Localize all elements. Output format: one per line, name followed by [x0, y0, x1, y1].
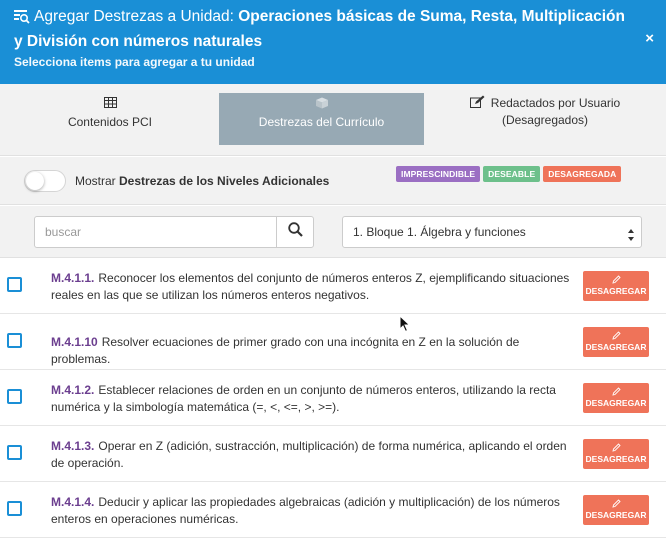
item-text: M.4.1.2. Establecer relaciones de orden e… — [51, 382, 571, 416]
table-icon — [5, 97, 215, 113]
select-arrows-icon — [627, 224, 635, 241]
list-item: M.4.1.3. Operar en Z (adición, sustracció… — [0, 426, 666, 482]
pencil-icon — [583, 387, 649, 397]
legend-badges: IMPRESCINDIBLE DESEABLE DESAGREGADA — [396, 166, 622, 182]
button-label: DESAGREGAR — [585, 454, 647, 464]
desagregar-button[interactable]: DESAGREGAR — [583, 327, 649, 357]
pencil-icon — [583, 331, 649, 341]
modal-title: Agregar Destrezas a Unidad: Operaciones … — [14, 6, 626, 53]
badge-desagregada: DESAGREGADA — [543, 166, 622, 182]
filter-row: 1. Bloque 1. Álgebra y funciones — [0, 206, 666, 258]
item-code: M.4.1.2. — [51, 383, 95, 397]
tab-label-line2: (Desagregados) — [501, 113, 589, 127]
button-label: DESAGREGAR — [585, 510, 647, 520]
title-prefix: Agregar Destrezas a Unidad: — [34, 8, 239, 25]
item-checkbox[interactable] — [7, 501, 22, 516]
item-description: Resolver ecuaciones de primer grado con … — [51, 335, 520, 366]
desagregar-button[interactable]: DESAGREGAR — [583, 383, 649, 413]
tab-destrezas-curriculo[interactable]: Destrezas del Currículo — [219, 93, 424, 145]
item-code: M.4.1.1. — [51, 271, 95, 285]
button-label: DESAGREGAR — [585, 398, 647, 408]
search-box — [34, 216, 314, 248]
modal-header: Agregar Destrezas a Unidad: Operaciones … — [0, 0, 666, 84]
toggle-label: Mostrar Destrezas de los Niveles Adicion… — [75, 174, 329, 188]
search-input[interactable] — [35, 217, 276, 247]
close-button[interactable]: × — [645, 30, 654, 47]
button-label: DESAGREGAR — [585, 286, 647, 296]
badge-deseable: DESEABLE — [483, 166, 541, 182]
pencil-icon — [583, 499, 649, 509]
item-description: Establecer relaciones de orden en un con… — [51, 383, 556, 414]
button-label: DESAGREGAR — [585, 342, 647, 352]
tab-label-line1: Redactados por Usuario — [490, 96, 621, 110]
bloque-select[interactable]: 1. Bloque 1. Álgebra y funciones — [342, 216, 642, 248]
list-item: M.4.1.4. Deducir y aplicar las propiedade… — [0, 482, 666, 538]
tab-label: Contenidos PCI — [67, 115, 153, 129]
item-code: M.4.1.10 — [51, 335, 98, 349]
item-checkbox[interactable] — [7, 389, 22, 404]
item-checkbox[interactable] — [7, 333, 22, 348]
desagregar-button[interactable]: DESAGREGAR — [583, 439, 649, 469]
pencil-icon — [583, 275, 649, 285]
box-icon — [219, 97, 424, 113]
item-checkbox[interactable] — [7, 445, 22, 460]
item-description: Operar en Z (adición, sustracción, multi… — [51, 439, 567, 470]
search-icon — [287, 222, 303, 242]
mouse-cursor-icon — [399, 314, 411, 333]
item-checkbox[interactable] — [7, 277, 22, 292]
search-button[interactable] — [276, 217, 313, 247]
item-text: M.4.1.1. Reconocer los elementos del conj… — [51, 270, 571, 304]
item-code: M.4.1.4. — [51, 495, 95, 509]
tab-contenidos-pci[interactable]: Contenidos PCI — [5, 93, 215, 145]
edit-icon — [469, 95, 485, 111]
destrezas-list: M.4.1.1. Reconocer los elementos del conj… — [0, 258, 666, 538]
list-item: M.4.1.1. Reconocer los elementos del conj… — [0, 258, 666, 314]
item-description: Reconocer los elementos del conjunto de … — [51, 271, 570, 302]
item-text: M.4.1.3. Operar en Z (adición, sustracció… — [51, 438, 571, 472]
tab-bar: Contenidos PCI Destrezas del Currículo R… — [0, 84, 666, 156]
item-text: M.4.1.4. Deducir y aplicar las propiedade… — [51, 494, 571, 528]
desagregar-button[interactable]: DESAGREGAR — [583, 495, 649, 525]
item-description: Deducir y aplicar las propiedades algebr… — [51, 495, 560, 526]
list-item: M.4.1.10 Resolver ecuaciones de primer gr… — [0, 314, 666, 370]
tab-redactados-usuario[interactable]: Redactados por Usuario (Desagregados) — [430, 93, 660, 145]
tab-label: Destrezas del Currículo — [258, 115, 385, 129]
search-list-icon — [14, 9, 32, 31]
toggle-knob — [26, 172, 44, 190]
toggle-label-strong: Destrezas de los Niveles Adicionales — [119, 174, 330, 188]
pencil-icon — [583, 443, 649, 453]
niveles-adicionales-toggle[interactable] — [24, 170, 66, 192]
item-text: M.4.1.10 Resolver ecuaciones de primer gr… — [51, 334, 571, 368]
badge-imprescindible: IMPRESCINDIBLE — [396, 166, 481, 182]
modal-subtitle: Selecciona items para agregar a tu unida… — [14, 55, 255, 69]
toggle-label-prefix: Mostrar — [75, 174, 120, 188]
select-value: 1. Bloque 1. Álgebra y funciones — [353, 225, 526, 239]
list-item: M.4.1.2. Establecer relaciones de orden e… — [0, 370, 666, 426]
item-code: M.4.1.3. — [51, 439, 95, 453]
desagregar-button[interactable]: DESAGREGAR — [583, 271, 649, 301]
